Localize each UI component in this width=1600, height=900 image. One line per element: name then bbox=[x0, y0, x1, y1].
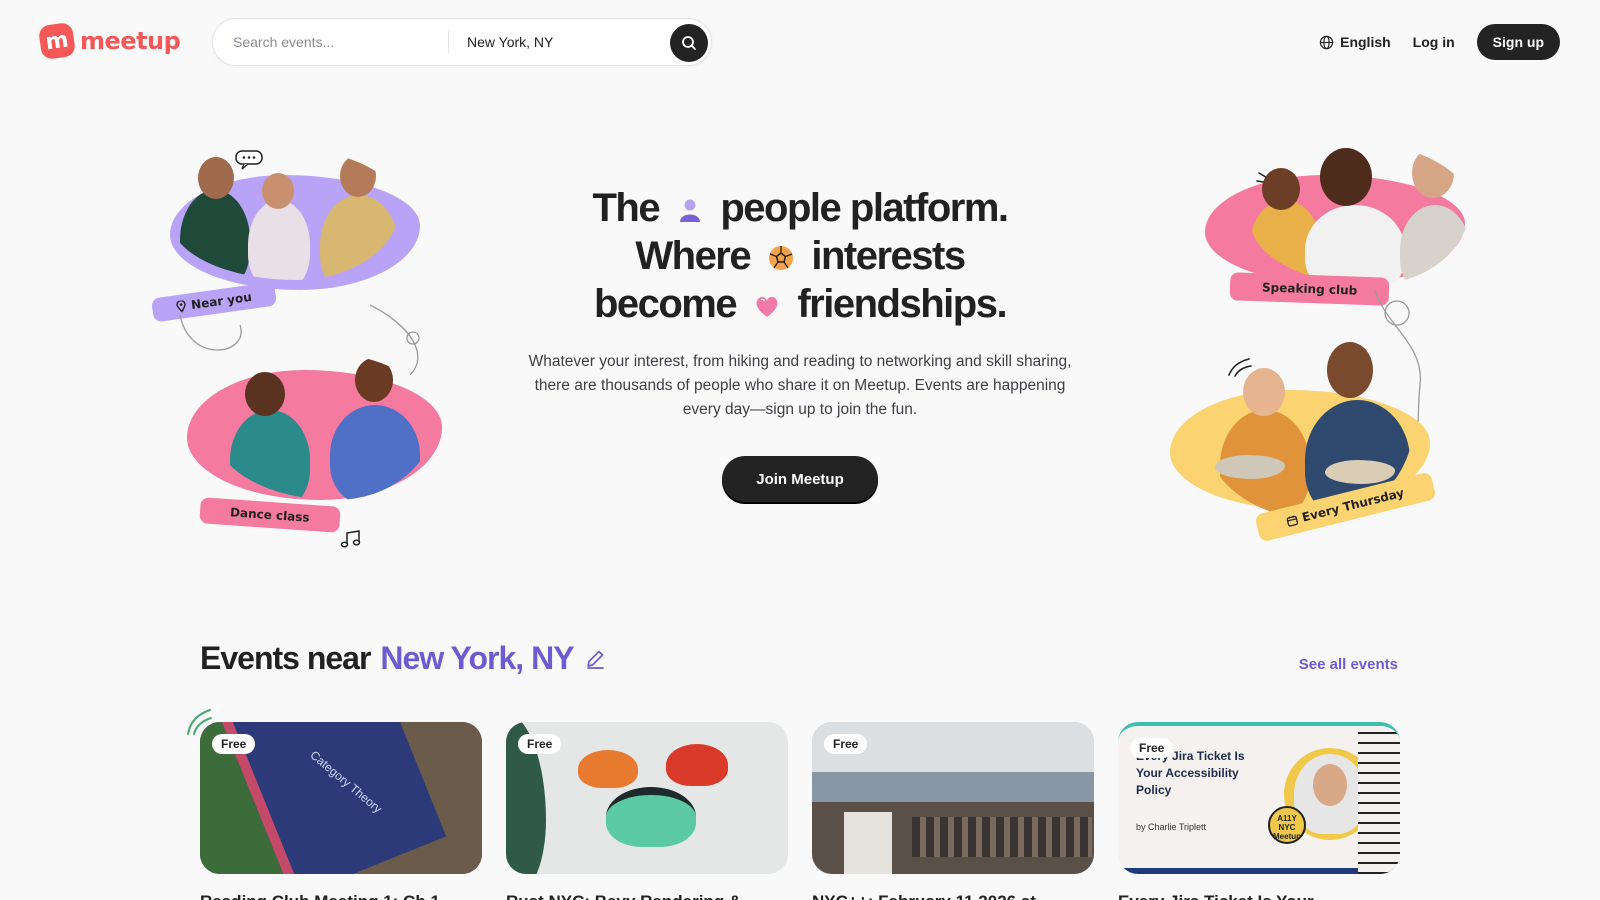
signup-button[interactable]: Sign up bbox=[1476, 24, 1560, 60]
header-nav: English Log in Sign up bbox=[1319, 24, 1560, 60]
hero-line2-a: Where bbox=[635, 234, 751, 278]
event-card[interactable]: Free Rust NYC: Bevy Rendering & bbox=[506, 722, 788, 900]
person-icon bbox=[679, 199, 700, 223]
search-input[interactable] bbox=[233, 34, 433, 50]
free-badge: Free bbox=[1130, 738, 1174, 758]
speaking-photo bbox=[1250, 140, 1470, 285]
logo-mark-icon: m bbox=[37, 21, 77, 61]
search-bar: New York, NY bbox=[212, 18, 712, 66]
event-card-image: Free bbox=[506, 722, 788, 874]
hero-line2-b: interests bbox=[811, 234, 966, 278]
ball-icon bbox=[768, 246, 793, 271]
hero-collage-right: Speaking club Every Thursday bbox=[1165, 135, 1475, 555]
hero-collage-left: Near you Dance class bbox=[140, 135, 460, 555]
free-badge: Free bbox=[212, 734, 256, 754]
music-icon bbox=[340, 530, 361, 548]
calendar-icon bbox=[1286, 515, 1298, 527]
search-divider bbox=[448, 31, 449, 53]
event-card[interactable]: Every Jira Ticket Is Your Accessibility … bbox=[1118, 722, 1400, 900]
hero-line1-b: people platform. bbox=[720, 186, 1009, 230]
search-icon bbox=[682, 36, 696, 50]
hero-line3-a: become bbox=[593, 282, 738, 326]
hero-line3-b: friendships. bbox=[797, 282, 1007, 326]
dance-class-tag: Dance class bbox=[199, 497, 341, 533]
meetup-logo[interactable]: m meetup bbox=[37, 21, 181, 61]
dance-photo bbox=[215, 350, 435, 500]
hero-subtitle: Whatever your interest, from hiking and … bbox=[528, 353, 1072, 418]
dance-class-label: Dance class bbox=[229, 505, 311, 525]
events-location[interactable]: New York, NY bbox=[380, 640, 574, 677]
see-all-events-link[interactable]: See all events bbox=[1299, 656, 1398, 673]
language-selector[interactable]: English bbox=[1319, 34, 1391, 50]
event-card[interactable]: Free NYC++: February 11 2026 at bbox=[812, 722, 1094, 900]
speaking-club-label: Speaking club bbox=[1261, 280, 1358, 298]
event-title[interactable]: Rust NYC: Bevy Rendering & bbox=[506, 892, 788, 900]
hero-line1-a: The bbox=[592, 186, 660, 230]
book-cover-text: Category Theory bbox=[307, 747, 385, 816]
event-card-image: Free bbox=[812, 722, 1094, 874]
speech-bubble-icon bbox=[235, 150, 263, 170]
friends-photo bbox=[170, 145, 400, 280]
language-label: English bbox=[1340, 34, 1391, 50]
events-heading: Events near New York, NY bbox=[200, 640, 606, 677]
event-card-image: Category Theory Free bbox=[200, 722, 482, 874]
heart-icon bbox=[756, 297, 778, 318]
a11y-badge: A11Y NYC Meetup bbox=[1268, 806, 1306, 844]
hero-title: The people platform. Where interests bec… bbox=[500, 184, 1100, 328]
talk-byline: by Charlie Triplett bbox=[1136, 822, 1207, 832]
search-button[interactable] bbox=[670, 24, 708, 62]
pencil-icon[interactable] bbox=[584, 648, 606, 670]
free-badge: Free bbox=[824, 734, 868, 754]
location-input[interactable]: New York, NY bbox=[467, 34, 667, 50]
event-title[interactable]: Every Jira Ticket Is Your bbox=[1118, 892, 1400, 900]
events-title-prefix: Events near bbox=[200, 640, 371, 676]
event-card-image: Every Jira Ticket Is Your Accessibility … bbox=[1118, 722, 1400, 874]
login-link[interactable]: Log in bbox=[1413, 34, 1455, 50]
event-title[interactable]: Reading Club Meeting 1: Ch 1 bbox=[200, 892, 482, 900]
globe-icon bbox=[1319, 35, 1334, 49]
free-badge: Free bbox=[518, 734, 562, 754]
event-card[interactable]: Category Theory Free Reading Club Meetin… bbox=[200, 722, 482, 900]
header: m meetup New York, NY English Log in Sig… bbox=[0, 0, 1600, 82]
join-meetup-button[interactable]: Join Meetup bbox=[722, 456, 878, 502]
event-title[interactable]: NYC++: February 11 2026 at bbox=[812, 892, 1094, 900]
logo-text: meetup bbox=[80, 27, 181, 55]
